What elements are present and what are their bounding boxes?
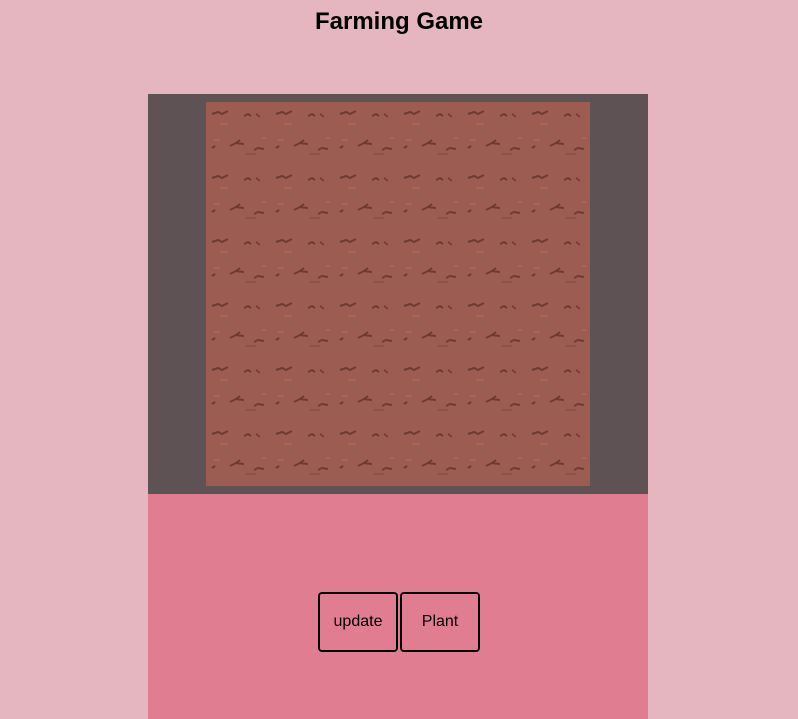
- game-area: [148, 94, 648, 494]
- control-panel: update Plant: [148, 494, 648, 719]
- plant-button[interactable]: Plant: [400, 592, 480, 652]
- page-title: Farming Game: [314, 8, 484, 35]
- button-row: update Plant: [318, 592, 480, 652]
- update-button[interactable]: update: [318, 592, 398, 652]
- dirt-tile-texture: [206, 102, 590, 486]
- farm-field[interactable]: [206, 102, 590, 486]
